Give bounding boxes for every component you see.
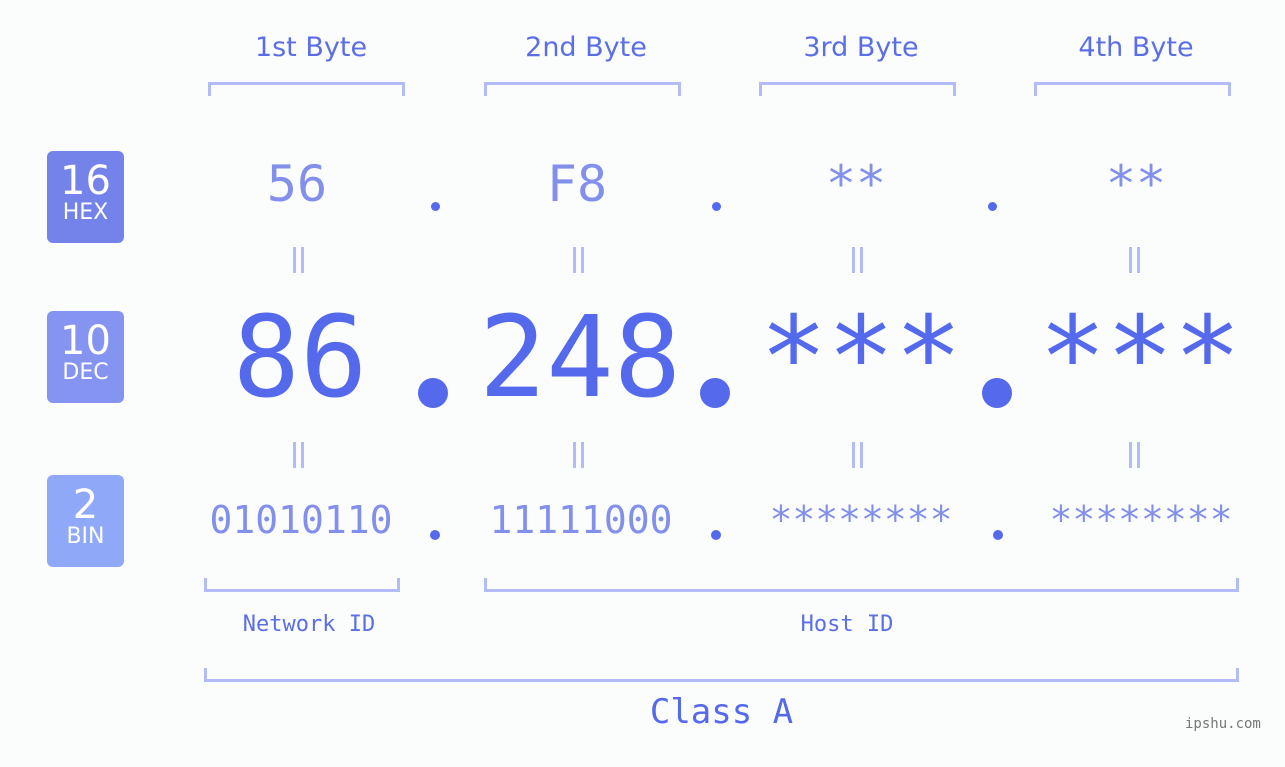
watermark: ipshu.com bbox=[1185, 716, 1261, 732]
hex-badge-label: HEX bbox=[62, 200, 109, 225]
hex-value-3: ** bbox=[825, 155, 887, 213]
byte-bracket-3 bbox=[759, 82, 956, 96]
network-id-label: Network ID bbox=[242, 612, 376, 637]
byte-bracket-1 bbox=[208, 82, 405, 96]
bin-separator-dot bbox=[430, 530, 440, 540]
dec-separator-dot bbox=[982, 378, 1012, 408]
equals-marker bbox=[571, 247, 585, 273]
bin-badge-number: 2 bbox=[72, 482, 99, 528]
host-id-label: Host ID bbox=[800, 612, 894, 637]
bin-separator-dot bbox=[711, 530, 721, 540]
dec-badge-label: DEC bbox=[62, 360, 109, 385]
hex-separator-dot bbox=[712, 202, 721, 211]
dec-separator-dot bbox=[700, 378, 730, 408]
ip-class-label: Class A bbox=[649, 692, 794, 732]
equals-marker bbox=[850, 247, 864, 273]
bin-badge: 2 BIN bbox=[47, 475, 124, 567]
equals-marker bbox=[291, 442, 305, 468]
equals-marker bbox=[850, 442, 864, 468]
bin-value-4: ******** bbox=[1049, 498, 1233, 542]
hex-badge-number: 16 bbox=[60, 158, 111, 204]
equals-marker bbox=[571, 442, 585, 468]
dec-badge-number: 10 bbox=[60, 318, 111, 364]
hex-separator-dot bbox=[988, 202, 997, 211]
bin-value-2: 11111000 bbox=[489, 498, 673, 542]
bin-value-3: ******** bbox=[769, 498, 953, 542]
class-bracket bbox=[204, 668, 1239, 682]
byte-bracket-2 bbox=[484, 82, 681, 96]
bin-value-1: 01010110 bbox=[209, 498, 393, 542]
byte-label-4: 4th Byte bbox=[1078, 32, 1194, 63]
dec-value-2: 248 bbox=[478, 293, 682, 423]
byte-label-2: 2nd Byte bbox=[525, 32, 647, 63]
hex-value-4: ** bbox=[1105, 155, 1167, 213]
byte-bracket-4 bbox=[1034, 82, 1231, 96]
hex-value-1: 56 bbox=[266, 155, 328, 213]
dec-value-3: *** bbox=[759, 293, 963, 423]
dec-badge: 10 DEC bbox=[47, 311, 124, 403]
dec-separator-dot bbox=[418, 378, 448, 408]
bin-separator-dot bbox=[993, 530, 1003, 540]
byte-label-1: 1st Byte bbox=[254, 32, 368, 63]
equals-marker bbox=[1127, 247, 1141, 273]
hex-badge: 16 HEX bbox=[47, 151, 124, 243]
equals-marker bbox=[1127, 442, 1141, 468]
equals-marker bbox=[291, 247, 305, 273]
bin-badge-label: BIN bbox=[66, 524, 105, 549]
network-id-bracket bbox=[204, 578, 400, 592]
dec-value-1: 86 bbox=[232, 293, 368, 423]
byte-label-3: 3rd Byte bbox=[803, 32, 919, 63]
hex-separator-dot bbox=[431, 202, 440, 211]
hex-value-2: F8 bbox=[546, 155, 608, 213]
dec-value-4: *** bbox=[1038, 293, 1242, 423]
host-id-bracket bbox=[484, 578, 1239, 592]
